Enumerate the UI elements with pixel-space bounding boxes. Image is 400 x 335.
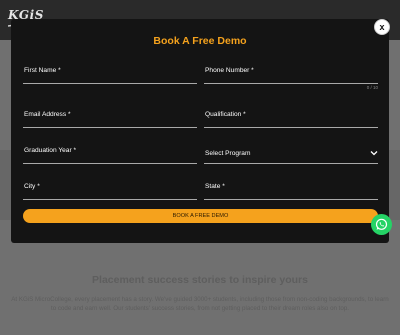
program-select[interactable]: Select Program	[204, 144, 378, 164]
state-input[interactable]	[204, 180, 378, 199]
city-input[interactable]	[23, 180, 197, 199]
program-select-label: Select Program	[205, 150, 251, 157]
city-field[interactable]: City *	[23, 180, 197, 200]
section-heading: Placement success stories to inspire you…	[92, 274, 308, 286]
section-paragraph: At KGiS MicroCollege, every placement ha…	[11, 296, 389, 312]
phone-number-field[interactable]: Phone Number * 0 / 10	[204, 64, 378, 90]
first-name-field[interactable]: First Name *	[23, 64, 197, 84]
modal-title: Book A Free Demo	[153, 35, 247, 47]
phone-number-input[interactable]	[204, 64, 378, 83]
chevron-down-icon	[370, 151, 378, 156]
graduation-year-input[interactable]	[23, 144, 197, 163]
qualification-input[interactable]	[204, 108, 378, 127]
email-input[interactable]	[23, 108, 197, 127]
first-name-input[interactable]	[23, 64, 197, 83]
email-field[interactable]: Email Address *	[23, 108, 197, 128]
close-button[interactable]: x	[374, 19, 390, 35]
state-field[interactable]: State *	[204, 180, 378, 200]
whatsapp-icon	[375, 218, 388, 230]
phone-char-counter: 0 / 10	[366, 85, 378, 90]
graduation-year-field[interactable]: Graduation Year *	[23, 144, 197, 164]
demo-modal: Book A Free Demo First Name * Phone Numb…	[11, 19, 390, 243]
book-demo-button[interactable]: BOOK A FREE DEMO	[23, 209, 378, 223]
qualification-field[interactable]: Qualification *	[204, 108, 378, 128]
close-icon: x	[379, 22, 385, 32]
whatsapp-button[interactable]	[371, 214, 392, 235]
